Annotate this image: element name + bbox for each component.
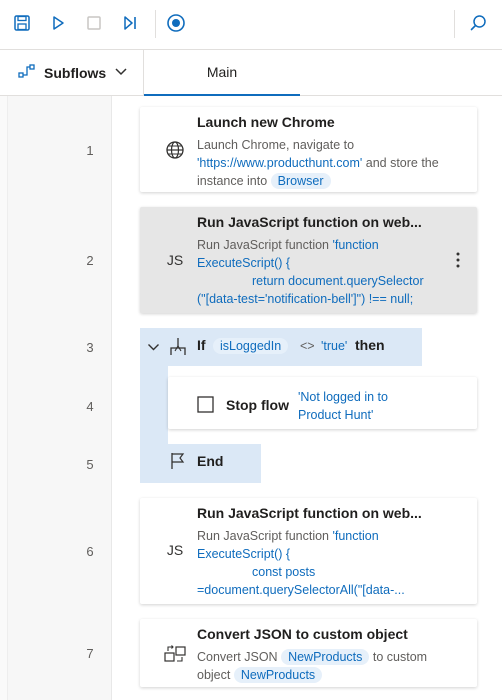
desc-text: Run JavaScript function — [197, 238, 333, 252]
line-number: 1 — [86, 143, 94, 158]
scroll-strip[interactable] — [0, 96, 8, 700]
stop-icon[interactable] — [80, 9, 108, 37]
tab-bar: Subflows Main — [0, 50, 502, 96]
desc-text: Run JavaScript function — [197, 529, 333, 543]
message-string: 'Not logged in to Product Hunt' — [298, 388, 388, 424]
then-keyword: then — [355, 337, 385, 353]
action-description: Convert JSON NewProducts to custom objec… — [197, 648, 462, 684]
variable-badge[interactable]: NewProducts — [281, 649, 370, 665]
more-options-icon[interactable] — [451, 249, 465, 271]
action-title: If — [197, 337, 206, 353]
action-title: Launch new Chrome — [197, 114, 335, 130]
collapse-chevron-icon[interactable] — [147, 339, 160, 357]
chevron-down-icon — [114, 64, 128, 82]
url-string: 'https://www.producthunt.com' — [197, 156, 363, 170]
branch-icon — [169, 337, 187, 362]
toolbar-divider — [454, 10, 455, 38]
desc-text: Convert JSON — [197, 650, 282, 664]
search-icon[interactable] — [464, 9, 492, 37]
operator-text: <> — [300, 339, 315, 353]
if-block-indent — [140, 366, 168, 444]
subflows-dropdown[interactable]: Subflows — [0, 50, 144, 96]
line-number: 7 — [86, 646, 94, 661]
line-number: 3 — [86, 340, 94, 355]
end-flag-icon — [170, 452, 186, 475]
desc-text: Launch Chrome, navigate to — [197, 138, 355, 152]
string-line: 'Not logged in to — [298, 390, 388, 404]
tab-main[interactable]: Main — [144, 50, 300, 96]
record-icon[interactable] — [162, 9, 190, 37]
line-number: 5 — [86, 457, 94, 472]
action-description: Run JavaScript function 'function Execut… — [197, 527, 462, 599]
globe-icon — [162, 137, 188, 163]
toolbar-divider — [155, 10, 156, 38]
next-step-icon[interactable] — [116, 9, 144, 37]
action-convert-json[interactable]: Convert JSON to custom object Convert JS… — [140, 619, 477, 687]
action-description: Launch Chrome, navigate to 'https://www.… — [197, 136, 462, 190]
variable-badge[interactable]: Browser — [270, 173, 331, 189]
code-string: return document.querySelector — [252, 274, 424, 288]
code-string: ("[data-test='notification-bell']") !== … — [197, 292, 414, 306]
action-title: End — [197, 453, 224, 469]
code-string: const posts — [252, 565, 316, 579]
action-end[interactable]: End — [140, 444, 261, 483]
action-stop-flow[interactable]: Stop flow 'Not logged in to Product Hunt' — [168, 377, 477, 429]
action-title: Run JavaScript function on web... — [197, 505, 422, 521]
line-number: 6 — [86, 544, 94, 559]
line-number-gutter — [8, 96, 112, 700]
code-string: =document.querySelectorAll("[data-... — [197, 583, 405, 597]
subflows-label: Subflows — [44, 65, 107, 81]
convert-icon — [162, 641, 188, 667]
line-number: 4 — [86, 399, 94, 414]
action-launch-chrome[interactable]: Launch new Chrome Launch Chrome, navigat… — [140, 107, 477, 192]
javascript-icon: JS — [166, 252, 184, 268]
toolbar — [0, 0, 502, 50]
value-string: 'true' — [321, 339, 348, 353]
stop-square-icon — [197, 396, 214, 418]
action-if[interactable]: If isLoggedIn <> 'true' then — [140, 328, 422, 366]
action-title: Run JavaScript function on web... — [197, 214, 422, 230]
run-icon[interactable] — [44, 9, 72, 37]
action-run-javascript[interactable]: JS Run JavaScript function on web... Run… — [140, 207, 477, 313]
action-title: Convert JSON to custom object — [197, 626, 408, 642]
string-line: Product Hunt' — [298, 408, 374, 422]
action-run-javascript[interactable]: JS Run JavaScript function on web... Run… — [140, 498, 477, 604]
javascript-icon: JS — [166, 542, 184, 558]
action-description: Run JavaScript function 'function Execut… — [197, 236, 462, 308]
action-title: Stop flow — [226, 397, 289, 413]
variable-badge[interactable]: NewProducts — [233, 667, 323, 683]
variable-badge[interactable]: isLoggedIn — [213, 338, 289, 354]
save-icon[interactable] — [8, 9, 36, 37]
subflows-icon — [18, 63, 36, 83]
line-number: 2 — [86, 253, 94, 268]
